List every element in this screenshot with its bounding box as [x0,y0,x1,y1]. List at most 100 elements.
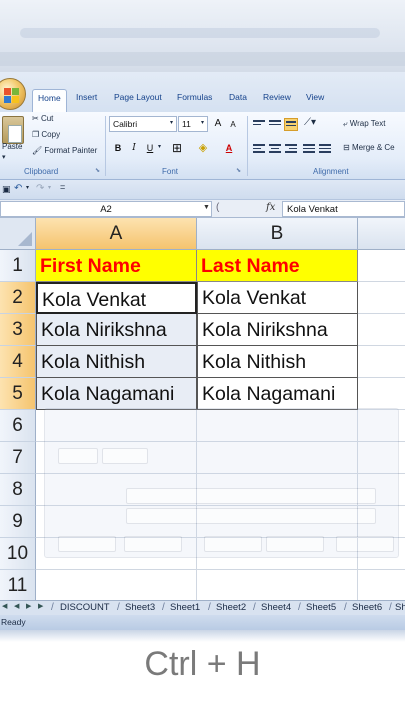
tab-insert[interactable]: Insert [76,92,97,102]
sheet-tab-sheet3[interactable]: Sheet3 [122,601,158,615]
sheet-tab-sheet1[interactable]: Sheet1 [167,601,203,615]
sheet-tab-sheet5[interactable]: Sheet5 [303,601,339,615]
name-box-dropdown-icon[interactable]: ▼ [203,204,210,211]
format-painter-button[interactable]: 🖌 Format Painter [32,146,97,155]
last-sheet-icon[interactable]: ▶ [38,602,43,610]
tab-formulas[interactable]: Formulas [177,92,212,102]
formula-bar-resize-handle[interactable]: ( [216,202,219,213]
cut-button[interactable]: ✂ Cut [32,114,53,123]
align-center-icon[interactable] [268,142,282,155]
font-size-dropdown-icon[interactable]: ▾ [201,119,204,126]
shrink-font-button[interactable]: A [226,118,240,132]
copy-button[interactable]: ❐ Copy [32,130,60,139]
blurred-bottom-area [0,630,405,642]
save-icon[interactable]: ▣ [2,184,11,195]
increase-indent-icon[interactable] [318,142,332,155]
cell-b5[interactable]: Kola Nagamani [197,378,358,410]
sheet-divider: / [51,602,54,613]
font-name-dropdown-icon[interactable]: ▾ [170,119,173,126]
cell-b1[interactable]: Last Name [197,250,358,282]
clipboard-launcher-icon[interactable]: ⬊ [95,167,100,174]
row-header[interactable]: 4 [0,346,36,378]
tab-page-layout[interactable]: Page Layout [114,92,162,102]
column-header-a[interactable]: A [36,218,197,250]
align-top-icon[interactable] [252,118,266,131]
cell-a2[interactable]: Kola Venkat [36,282,197,314]
insert-function-button[interactable]: fx [266,202,275,213]
row-header[interactable]: 10 [0,538,36,570]
redo-dropdown-icon[interactable]: ▾ [48,184,51,191]
name-box[interactable]: A2 [0,201,212,217]
underline-dropdown-icon[interactable]: ▾ [158,143,161,150]
select-all-corner[interactable] [0,218,36,250]
wrap-text-button[interactable]: ⤶ Wrap Text [343,119,385,129]
sheet-tab-sheet2[interactable]: Sheet2 [213,601,249,615]
row-header[interactable]: 9 [0,506,36,538]
formula-input[interactable]: Kola Venkat [282,201,405,217]
decrease-indent-icon[interactable] [302,142,316,155]
empty-cells[interactable] [36,410,405,600]
sheet-tab-sheet4[interactable]: Sheet4 [258,601,294,615]
office-button-icon[interactable] [0,78,26,110]
next-sheet-icon[interactable]: ▶ [26,602,31,610]
paste-button[interactable]: Paste [2,142,22,151]
align-left-icon[interactable] [252,142,266,155]
align-middle-icon[interactable] [268,118,282,131]
cell-b2[interactable]: Kola Venkat [197,282,358,314]
paste-icon[interactable] [2,116,24,144]
fill-color-icon[interactable]: ◈ [196,141,210,155]
undo-icon[interactable]: ↶ [14,183,22,194]
borders-icon[interactable]: ⊞ [170,141,184,155]
customize-toolbar-icon[interactable]: = [60,182,65,192]
redo-icon[interactable]: ↷ [36,183,44,194]
cell-a4[interactable]: Kola Nithish [36,346,197,378]
font-launcher-icon[interactable]: ⬊ [236,167,241,174]
copy-icon: ❐ [32,130,40,139]
prev-sheet-icon[interactable]: ◀ [14,602,19,610]
sheet-divider: / [344,602,347,613]
row-header[interactable]: 3 [0,314,36,346]
align-bottom-icon[interactable] [284,118,298,131]
italic-button[interactable]: I [127,141,141,155]
column-header-c[interactable] [358,218,405,250]
sheet-tabs-bar: ◀ ◀ ▶ ▶ / DISCOUNT / Sheet3 / Sheet1 / S… [0,600,405,615]
tab-data[interactable]: Data [229,92,247,102]
column-header-b[interactable]: B [197,218,358,250]
cell-a5[interactable]: Kola Nagamani [36,378,197,410]
cell-b3[interactable]: Kola Nirikshna [197,314,358,346]
tab-home[interactable]: Home [32,89,67,112]
cell-a1[interactable]: First Name [36,250,197,282]
paste-dropdown-icon[interactable]: ▾ [2,153,6,161]
sheet-tab-sheet6[interactable]: Sheet6 [349,601,385,615]
row-header[interactable]: 7 [0,442,36,474]
merge-center-button[interactable]: ⊟ Merge & Ce [343,143,395,152]
sheet-tab-truncated[interactable]: Sh [392,601,405,615]
wrap-text-label: Wrap Text [349,119,386,128]
sheet-tab-discount[interactable]: DISCOUNT [57,601,113,615]
tab-view[interactable]: View [306,92,324,102]
cell-b4[interactable]: Kola Nithish [197,346,358,378]
tab-review[interactable]: Review [263,92,291,102]
status-text: Ready [1,617,26,627]
align-right-icon[interactable] [284,142,298,155]
row-header[interactable]: 5 [0,378,36,410]
font-name-select[interactable]: Calibri [109,116,177,132]
cell-a3[interactable]: Kola Nirikshna [36,314,197,346]
empty-cells-column-c[interactable] [358,250,405,410]
font-group-label: Font [162,167,179,176]
sheet-divider: / [162,602,165,613]
underline-button[interactable]: U [143,141,157,155]
row-header[interactable]: 2 [0,282,36,314]
first-sheet-icon[interactable]: ◀ [2,602,7,610]
row-header[interactable]: 11 [0,570,36,600]
row-header[interactable]: 6 [0,410,36,442]
worksheet-grid[interactable]: A B 1 2 3 4 5 6 7 8 9 10 11 First Name L… [0,218,405,600]
grow-font-button[interactable]: A [211,117,225,131]
undo-dropdown-icon[interactable]: ▾ [26,184,29,191]
orientation-icon[interactable]: ⟋▾ [304,117,316,128]
font-color-button[interactable]: A [222,141,236,155]
bold-button[interactable]: B [111,141,125,155]
row-header[interactable]: 8 [0,474,36,506]
row-header[interactable]: 1 [0,250,36,282]
merge-icon: ⊟ [343,143,350,152]
